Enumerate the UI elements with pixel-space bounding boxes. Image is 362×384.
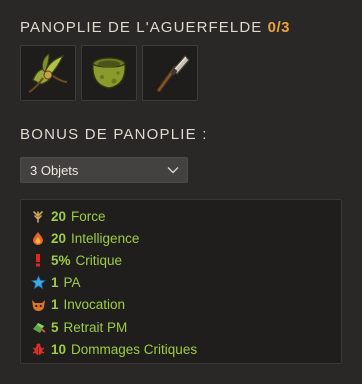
bonus-item-count-select[interactable]: 3 Objets xyxy=(20,157,188,183)
select-value: 3 Objets xyxy=(30,162,79,178)
set-count: 0/3 xyxy=(267,19,291,36)
set-items xyxy=(20,45,198,101)
item-slot-amulet[interactable] xyxy=(20,45,76,101)
bonus-row: 5 Retrait PM xyxy=(21,316,341,338)
chevron-down-icon xyxy=(167,167,179,174)
item-slot-wand[interactable] xyxy=(142,45,198,101)
bonus-row: 5% Critique xyxy=(21,249,341,271)
item-slot-belt[interactable] xyxy=(81,45,137,101)
critical-icon xyxy=(30,252,46,268)
bonus-list: 20 Force 20 Intelligence 5% Critique 1 P… xyxy=(20,199,342,364)
bonus-row: 20 Intelligence xyxy=(21,227,341,249)
summon-icon xyxy=(30,297,46,313)
green-belt-bag-icon xyxy=(92,57,126,89)
set-title: PANOPLIE DE L'AGUERFELDE 0/3 xyxy=(20,19,290,36)
feathered-amulet-icon xyxy=(28,53,68,93)
intelligence-icon xyxy=(30,230,46,246)
bonus-row: 1 Invocation xyxy=(21,294,341,316)
critical-damage-icon xyxy=(30,341,46,357)
bonus-row: 1 PA xyxy=(21,272,341,294)
bonus-title: BONUS DE PANOPLIE : xyxy=(20,126,208,143)
bonus-row: 20 Force xyxy=(21,205,341,227)
ap-star-icon xyxy=(30,275,46,291)
bonus-row: 10 Dommages Critiques xyxy=(21,338,341,360)
force-icon xyxy=(30,208,46,224)
mp-removal-icon xyxy=(30,319,46,335)
set-name: PANOPLIE DE L'AGUERFELDE xyxy=(20,19,263,36)
wand-icon xyxy=(157,55,190,92)
